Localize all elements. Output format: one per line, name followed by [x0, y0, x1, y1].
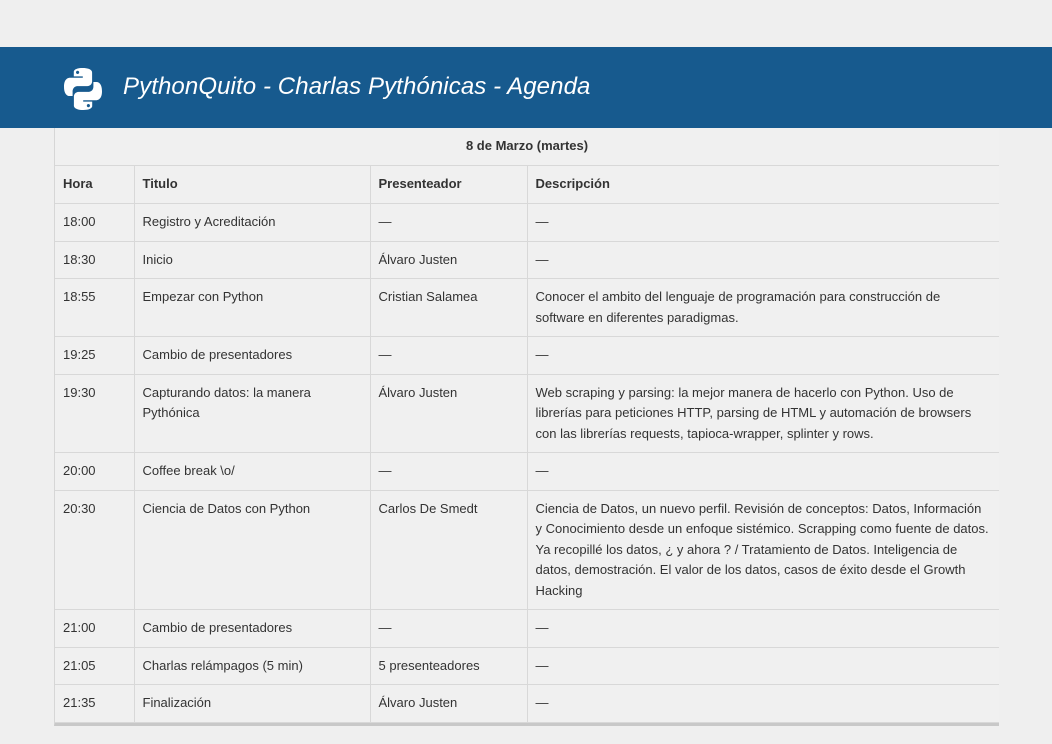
cell-descripcion: Ciencia de Datos, un nuevo perfil. Revis… — [526, 490, 1000, 610]
cell-hora: 20:00 — [55, 452, 134, 491]
cell-titulo: Charlas relámpagos (5 min) — [133, 647, 370, 685]
date-header-row: 8 de Marzo (martes) — [55, 128, 1000, 166]
agenda-table: 8 de Marzo (martes) Hora Titulo Presente… — [55, 128, 1000, 723]
table-row: 19:25 Cambio de presentadores — — — [55, 336, 1000, 375]
column-header-titulo: Titulo — [133, 165, 370, 204]
cell-hora: 19:25 — [55, 336, 134, 375]
cell-presentador: Carlos De Smedt — [369, 490, 527, 610]
python-logo-icon — [64, 68, 102, 110]
table-row: 21:35 Finalización Álvaro Justen — — [55, 684, 1000, 723]
table-row: 21:00 Cambio de presentadores — — — [55, 609, 1000, 648]
agenda-table-container: 8 de Marzo (martes) Hora Titulo Presente… — [54, 128, 1000, 726]
cell-descripcion: Web scraping y parsing: la mejor manera … — [526, 374, 1000, 453]
table-row: 21:05 Charlas relámpagos (5 min) 5 prese… — [55, 647, 1000, 685]
cell-hora: 18:55 — [55, 278, 134, 337]
cell-presentador: — — [369, 609, 527, 648]
cell-presentador: Álvaro Justen — [369, 374, 527, 453]
cell-hora: 18:30 — [55, 241, 134, 279]
table-row: 18:30 Inicio Álvaro Justen — — [55, 241, 1000, 279]
cell-descripcion: — — [526, 452, 1000, 491]
table-row: 20:30 Ciencia de Datos con Python Carlos… — [55, 490, 1000, 610]
cell-presentador: — — [369, 336, 527, 375]
cell-hora: 21:00 — [55, 609, 134, 648]
cell-titulo: Registro y Acreditación — [133, 203, 370, 242]
cell-titulo: Inicio — [133, 241, 370, 279]
cell-presentador: — — [369, 452, 527, 491]
cell-presentador: Álvaro Justen — [369, 684, 527, 723]
cell-hora: 18:00 — [55, 203, 134, 242]
column-header-descripcion: Descripción — [526, 165, 1000, 204]
cell-presentador: Cristian Salamea — [369, 278, 527, 337]
agenda-date: 8 de Marzo (martes) — [55, 128, 1000, 166]
cell-hora: 19:30 — [55, 374, 134, 453]
table-row: 20:00 Coffee break \o/ — — — [55, 452, 1000, 491]
column-header-row: Hora Titulo Presenteador Descripción — [55, 165, 1000, 204]
cell-hora: 20:30 — [55, 490, 134, 610]
cell-titulo: Finalización — [133, 684, 370, 723]
cell-descripcion: Conocer el ambito del lenguaje de progra… — [526, 278, 1000, 337]
table-row: 18:00 Registro y Acreditación — — — [55, 203, 1000, 242]
cell-titulo: Cambio de presentadores — [133, 609, 370, 648]
cell-descripcion: — — [526, 684, 1000, 723]
cell-descripcion: — — [526, 336, 1000, 375]
column-header-hora: Hora — [55, 165, 134, 204]
cell-descripcion: — — [526, 609, 1000, 648]
table-row: 18:55 Empezar con Python Cristian Salame… — [55, 278, 1000, 337]
cell-descripcion: — — [526, 241, 1000, 279]
page-title: PythonQuito - Charlas Pythónicas - Agend… — [123, 73, 591, 100]
table-row: 19:30 Capturando datos: la manera Pythón… — [55, 374, 1000, 453]
cell-titulo: Cambio de presentadores — [133, 336, 370, 375]
cell-descripcion: — — [526, 647, 1000, 685]
column-header-presentador: Presenteador — [369, 165, 527, 204]
cell-titulo: Empezar con Python — [133, 278, 370, 337]
cell-hora: 21:05 — [55, 647, 134, 685]
cell-hora: 21:35 — [55, 684, 134, 723]
page-header: PythonQuito - Charlas Pythónicas - Agend… — [0, 47, 1052, 128]
cell-titulo: Coffee break \o/ — [133, 452, 370, 491]
cell-descripcion: — — [526, 203, 1000, 242]
cell-presentador: 5 presenteadores — [369, 647, 527, 685]
cell-presentador: Álvaro Justen — [369, 241, 527, 279]
cell-presentador: — — [369, 203, 527, 242]
cell-titulo: Ciencia de Datos con Python — [133, 490, 370, 610]
cell-titulo: Capturando datos: la manera Pythónica — [133, 374, 370, 453]
